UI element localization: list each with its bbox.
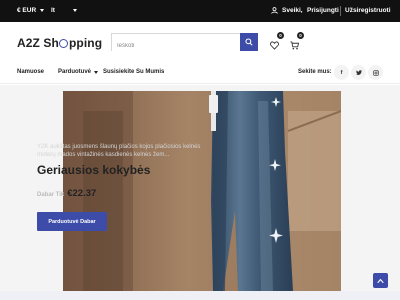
price-label: Dabar Tik xyxy=(37,192,65,198)
cart-logo-icon xyxy=(59,39,69,48)
nav-item-shop[interactable]: Parduotuvė xyxy=(58,69,99,75)
chevron-down-icon xyxy=(40,9,45,12)
twitter-link[interactable] xyxy=(351,65,366,80)
hero-slider: Y2K aukštas juosmens šlaunų plačios kojo… xyxy=(0,85,400,291)
facebook-icon: f xyxy=(340,69,343,76)
main-navigation: Namuose Parduotuvė Susisiekite Su Mumis … xyxy=(0,62,400,84)
hero-content: Y2K aukštas juosmens šlaunų plačios kojo… xyxy=(37,143,217,231)
main-header: A2Z Shpping 0 0 xyxy=(0,22,400,62)
product-subtitle: Y2K aukštas juosmens šlaunų plačios kojo… xyxy=(37,144,201,158)
shop-now-button[interactable]: Parduotuvė Dabar xyxy=(37,212,107,231)
user-icon xyxy=(271,7,278,14)
account-greeting: Sveiki, xyxy=(271,7,303,14)
greeting-text: Sveiki, xyxy=(282,7,303,14)
follow-us-text: Sekite mus: xyxy=(298,69,332,75)
search-icon xyxy=(245,38,253,46)
nav-item-label: Parduotuvė xyxy=(58,69,92,75)
login-link[interactable]: Prisijungti xyxy=(307,7,339,14)
follow-us-label: Sekite mus: xyxy=(298,69,332,75)
price-row: Dabar Tik €22.37 xyxy=(37,188,217,199)
language-selector[interactable]: lt xyxy=(51,7,77,14)
top-bar: € EUR lt Sveiki, Prisijungti Užsiregistr… xyxy=(0,0,400,22)
logo-prefix: A2Z xyxy=(17,36,40,50)
price-value: €22.37 xyxy=(67,188,97,199)
register-link[interactable]: Užsiregistruoti xyxy=(345,7,391,14)
chevron-up-icon xyxy=(377,278,384,283)
hero-title: Geriausios kokybės xyxy=(37,163,151,177)
currency-selector[interactable]: € EUR xyxy=(17,7,45,14)
wishlist-button[interactable]: 0 xyxy=(270,32,284,55)
cart-icon xyxy=(290,41,300,50)
currency-label: € EUR xyxy=(17,7,37,14)
instagram-icon xyxy=(372,69,379,76)
login-label: Prisijungti xyxy=(307,7,339,14)
divider xyxy=(340,6,341,16)
search-bar xyxy=(111,33,258,54)
language-label: lt xyxy=(51,7,55,14)
logo-sh: Sh xyxy=(43,36,59,50)
nav-item-contact[interactable]: Susisiekite Su Mumis xyxy=(103,69,164,75)
heart-icon xyxy=(270,41,279,50)
wishlist-count-badge: 0 xyxy=(277,32,284,39)
search-input[interactable] xyxy=(112,38,240,54)
chevron-down-icon xyxy=(94,70,99,74)
nav-item-label: Namuose xyxy=(17,69,45,75)
facebook-link[interactable]: f xyxy=(334,65,349,80)
bottom-strip xyxy=(0,291,400,300)
site-logo[interactable]: A2Z Sh pping xyxy=(17,36,102,50)
chevron-down-icon xyxy=(72,9,77,12)
nav-item-home[interactable]: Namuose xyxy=(17,69,44,75)
search-button[interactable] xyxy=(240,33,258,51)
logo-suffix: pping xyxy=(68,36,103,50)
instagram-link[interactable] xyxy=(368,65,383,80)
scroll-to-top-button[interactable] xyxy=(373,273,388,288)
nav-item-label: Susisiekite Su Mumis xyxy=(103,69,165,75)
register-label: Užsiregistruoti xyxy=(345,7,391,14)
twitter-icon xyxy=(355,70,362,75)
cart-button[interactable]: 0 xyxy=(290,32,304,55)
cart-count-badge: 0 xyxy=(297,32,304,39)
